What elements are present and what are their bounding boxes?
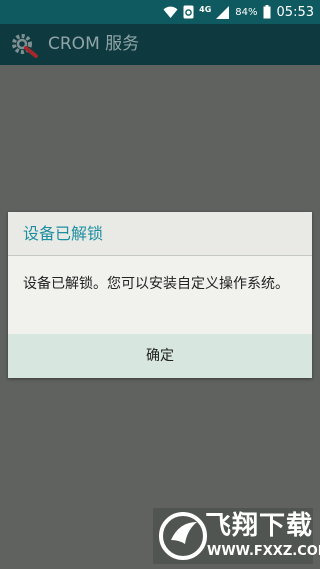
watermark-logo-icon bbox=[157, 510, 209, 562]
dialog-message: 设备已解锁。您可以安装自定义操作系统。 bbox=[23, 276, 289, 292]
gear-wrench-icon bbox=[10, 32, 38, 58]
sync-icon bbox=[183, 5, 194, 19]
dialog-title: 设备已解锁 bbox=[23, 224, 104, 243]
status-bar: 4G 84% 05:53 bbox=[0, 0, 320, 24]
signal-icon bbox=[216, 5, 230, 19]
app-bar: CROM 服务 bbox=[0, 24, 320, 65]
battery-percent: 84% bbox=[235, 6, 258, 18]
watermark: 飞翔下载 WWW.FXXZ.COM bbox=[153, 508, 320, 564]
network-type: 4G bbox=[199, 4, 212, 14]
dialog-title-bar: 设备已解锁 bbox=[8, 212, 312, 256]
clock: 05:53 bbox=[276, 4, 314, 20]
status-icons: 4G 84% 05:53 bbox=[163, 0, 314, 24]
watermark-url: WWW.FXXZ.COM bbox=[207, 544, 320, 559]
watermark-brand: 飞翔下载 bbox=[205, 511, 314, 541]
battery-icon bbox=[263, 5, 271, 19]
unlock-dialog: 设备已解锁 设备已解锁。您可以安装自定义操作系统。 确定 bbox=[8, 212, 312, 378]
wifi-icon bbox=[163, 5, 178, 19]
confirm-button[interactable]: 确定 bbox=[8, 334, 312, 378]
app-title: CROM 服务 bbox=[48, 34, 140, 54]
